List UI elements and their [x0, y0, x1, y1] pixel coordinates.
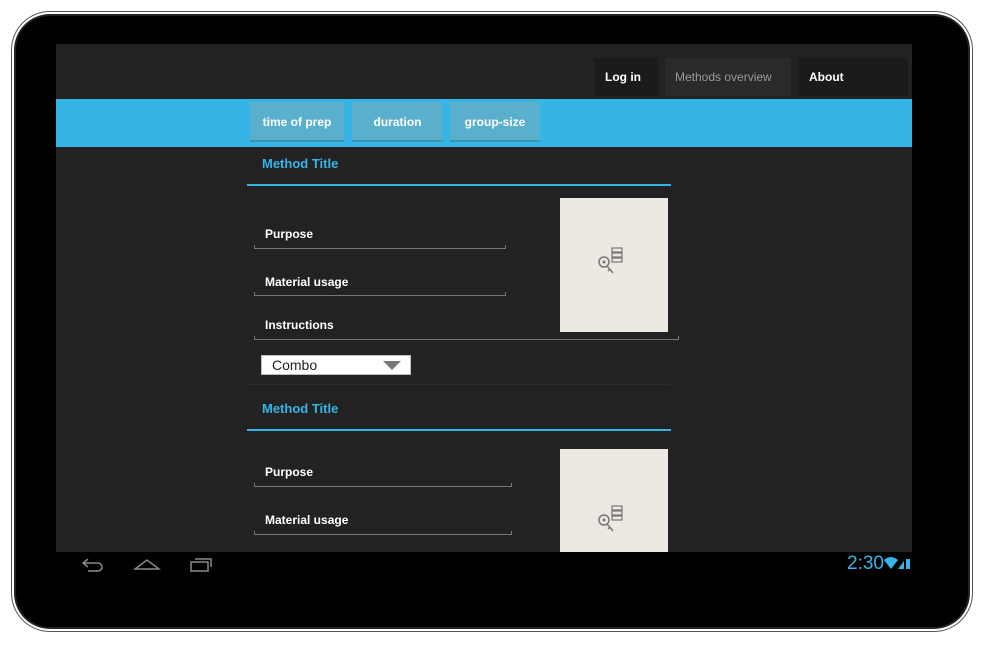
combo-value: Combo	[272, 357, 318, 373]
title-divider	[247, 429, 671, 431]
wifi-icon	[884, 557, 898, 569]
method-title[interactable]: Method Title	[262, 401, 338, 416]
system-nav-bar: 2:30	[56, 552, 912, 578]
about-button[interactable]: About	[799, 58, 908, 96]
chevron-down-icon	[383, 361, 401, 370]
status-icons	[884, 556, 910, 577]
material-usage-field[interactable]	[254, 531, 512, 535]
signal-icon	[898, 561, 904, 569]
material-usage-label: Material usage	[265, 513, 349, 527]
instructions-label: Instructions	[265, 318, 334, 332]
purpose-label: Purpose	[265, 465, 314, 479]
login-button[interactable]: Log in	[595, 58, 658, 96]
method-image	[560, 198, 668, 332]
method-title[interactable]: Method Title	[262, 156, 338, 171]
title-divider	[247, 184, 671, 186]
key-list-icon	[598, 247, 623, 274]
method-image	[560, 449, 668, 552]
battery-icon	[906, 559, 910, 569]
purpose-field[interactable]	[254, 245, 506, 249]
purpose-label: Purpose	[265, 227, 314, 241]
material-usage-label: Material usage	[265, 275, 349, 289]
purpose-field[interactable]	[254, 483, 512, 487]
top-nav-bar: Log in Methods overview About	[56, 44, 912, 99]
combo-select[interactable]: Combo	[261, 355, 411, 375]
filter-bar: time of prep duration group-size	[56, 99, 912, 147]
back-icon[interactable]	[80, 555, 106, 573]
home-icon[interactable]	[133, 555, 161, 573]
material-usage-field[interactable]	[254, 292, 506, 296]
method-card: Method Title Purpose Material usage	[247, 391, 671, 552]
methods-overview-button[interactable]: Methods overview	[665, 58, 791, 96]
filter-duration-button[interactable]: duration	[352, 102, 443, 142]
app-screen: Log in Methods overview About time of pr…	[56, 44, 912, 552]
method-card: Method Title Purpose Material usage Inst…	[247, 147, 679, 385]
clock-time: 2:30	[847, 553, 884, 574]
method-separator	[247, 384, 671, 385]
recent-apps-icon[interactable]	[188, 555, 214, 573]
key-list-icon	[598, 505, 623, 532]
instructions-field[interactable]	[254, 336, 679, 340]
filter-group-size-button[interactable]: group-size	[450, 102, 540, 142]
filter-time-of-prep-button[interactable]: time of prep	[250, 102, 344, 142]
